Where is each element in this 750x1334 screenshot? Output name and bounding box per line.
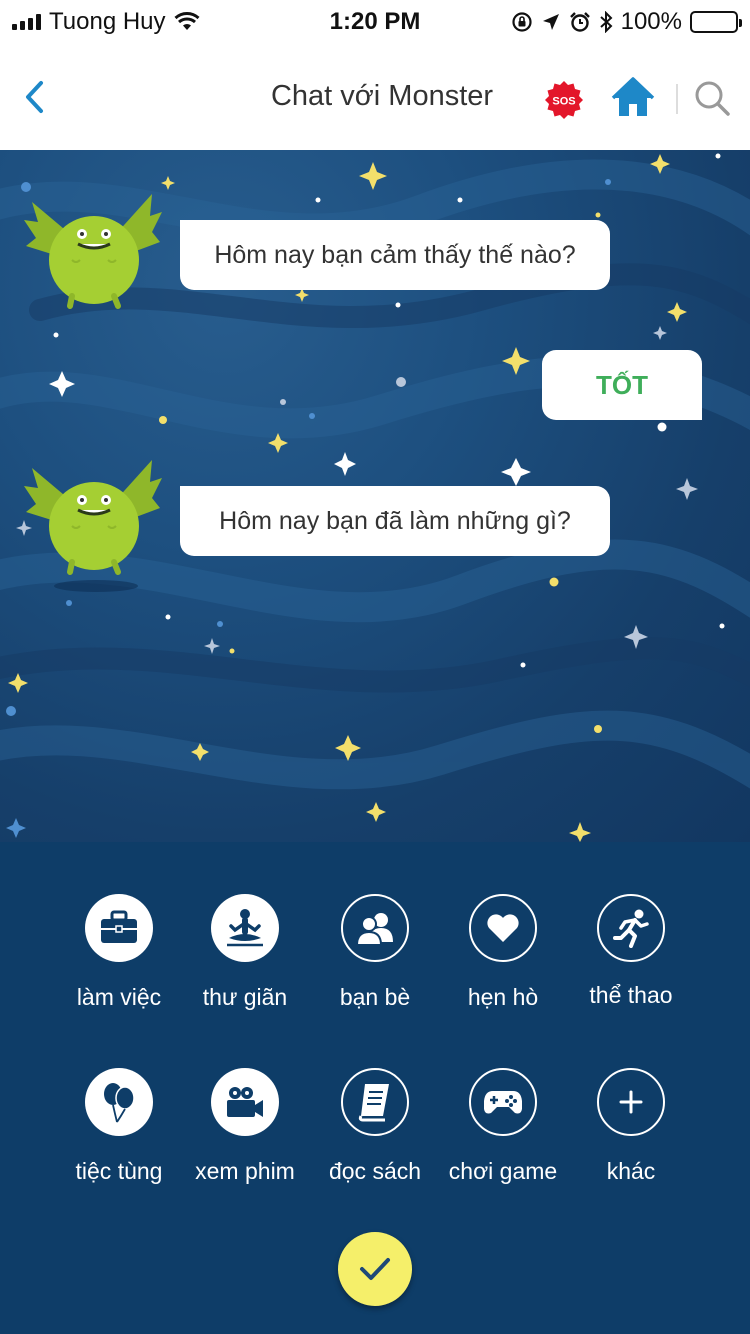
- friends-icon: [341, 894, 409, 962]
- activity-label: hẹn hò: [467, 984, 539, 1010]
- activity-option-hen-ho[interactable]: hẹn hò: [438, 894, 568, 1011]
- activity-label: đọc sách: [328, 1158, 422, 1184]
- monster-avatar: [24, 194, 162, 309]
- alarm-icon: [569, 12, 590, 32]
- sos-button[interactable]: SOS: [544, 80, 584, 120]
- gamepad-icon: [469, 1068, 537, 1136]
- checkmark-icon: [360, 1258, 390, 1280]
- monster-avatar: [24, 460, 162, 592]
- activity-label: thư giãn: [202, 984, 288, 1010]
- bluetooth-icon: [599, 11, 613, 33]
- home-button[interactable]: [610, 76, 656, 120]
- activity-label: xem phim: [195, 1158, 295, 1184]
- sos-badge-icon: SOS: [545, 81, 583, 119]
- user-reply-bubble: TỐT: [542, 350, 702, 420]
- location-icon: [542, 14, 559, 30]
- chat-area: Hôm nay bạn cảm thấy thế nào? TỐT Hôm na…: [0, 150, 750, 842]
- monster-message-bubble: Hôm nay bạn đã làm những gì?: [180, 486, 610, 556]
- video-camera-icon: [211, 1068, 279, 1136]
- monster-message-bubble: Hôm nay bạn cảm thấy thế nào?: [180, 220, 610, 290]
- briefcase-icon: [85, 894, 153, 962]
- activity-option-lam-viec[interactable]: làm việc: [54, 894, 184, 1011]
- activity-label: chơi game: [448, 1158, 558, 1184]
- nav-bar: Chat với Monster SOS: [0, 40, 750, 150]
- battery-percent: 100%: [620, 8, 682, 35]
- activity-option-choi-game[interactable]: chơi game: [438, 1068, 568, 1185]
- nav-divider: [676, 84, 678, 114]
- activity-option-khac[interactable]: khác: [566, 1068, 696, 1185]
- meditation-icon: [211, 894, 279, 962]
- running-icon: [597, 894, 665, 962]
- activity-option-tiec-tung[interactable]: tiệc tùng: [54, 1068, 184, 1185]
- battery-icon: [690, 11, 742, 33]
- message-text: Hôm nay bạn đã làm những gì?: [219, 506, 571, 535]
- activity-label: khác: [606, 1158, 656, 1184]
- home-icon: [611, 77, 655, 116]
- book-icon: [341, 1068, 409, 1136]
- search-icon: [695, 81, 730, 116]
- status-bar: Tuong Huy 1:20 PM 100%: [0, 0, 750, 40]
- activity-label: làm việc: [76, 984, 162, 1010]
- activity-option-xem-phim[interactable]: xem phim: [180, 1068, 310, 1185]
- activity-option-ban-be[interactable]: bạn bè: [310, 894, 440, 1011]
- activity-label: tiệc tùng: [75, 1158, 163, 1184]
- activity-option-doc-sach[interactable]: đọc sách: [310, 1068, 440, 1185]
- plus-icon: [597, 1068, 665, 1136]
- message-text: Hôm nay bạn cảm thấy thế nào?: [214, 240, 576, 269]
- activity-label: thể thao: [589, 982, 673, 1008]
- reply-text: TỐT: [596, 369, 648, 400]
- activity-option-the-thao[interactable]: thể thao: [566, 894, 696, 1009]
- status-indicators: 100%: [511, 8, 742, 36]
- balloons-icon: [85, 1068, 153, 1136]
- sos-label: SOS: [552, 96, 575, 108]
- search-button[interactable]: [692, 78, 732, 118]
- heart-icon: [469, 894, 537, 962]
- activity-label: bạn bè: [339, 984, 411, 1010]
- rotation-lock-icon: [512, 12, 532, 32]
- activity-option-thu-gian[interactable]: thư giãn: [180, 894, 310, 1011]
- confirm-button[interactable]: [338, 1232, 412, 1306]
